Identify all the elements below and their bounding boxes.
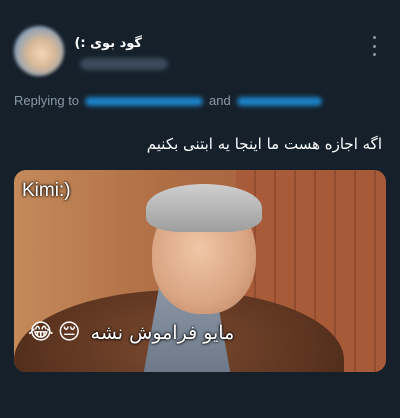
laughing-crying-emoji-icon: 😂 [28,320,54,345]
pensive-face-emoji-icon: 😔 [57,320,81,345]
tweet-media-image[interactable]: Kimi:) 😂 😔 مایو فراموش نشه [14,170,386,372]
replying-and-label: and [209,93,231,108]
media-caption-bottom: 😂 😔 مایو فراموش نشه [28,320,235,345]
user-handle-redacted[interactable] [80,58,168,70]
display-name[interactable]: گود بوی :) [74,36,142,51]
tweet-text: اگه اجازه هست ما اینجا یه ابتنی بکنیم [146,135,382,153]
media-caption-text: مایو فراموش نشه [90,322,235,344]
avatar[interactable] [14,26,64,76]
mention-link-1[interactable] [85,97,204,107]
mention-link-2[interactable] [236,97,322,107]
replying-to-line: Replying to and [14,93,322,108]
photo-person-hair [146,184,262,232]
media-caption-top: Kimi:) [22,180,71,201]
replying-to-label: Replying to [14,93,80,108]
more-vertical-icon[interactable] [368,36,380,56]
tweet[interactable]: گود بوی :) Replying to and اگه اجازه هست … [0,0,400,418]
